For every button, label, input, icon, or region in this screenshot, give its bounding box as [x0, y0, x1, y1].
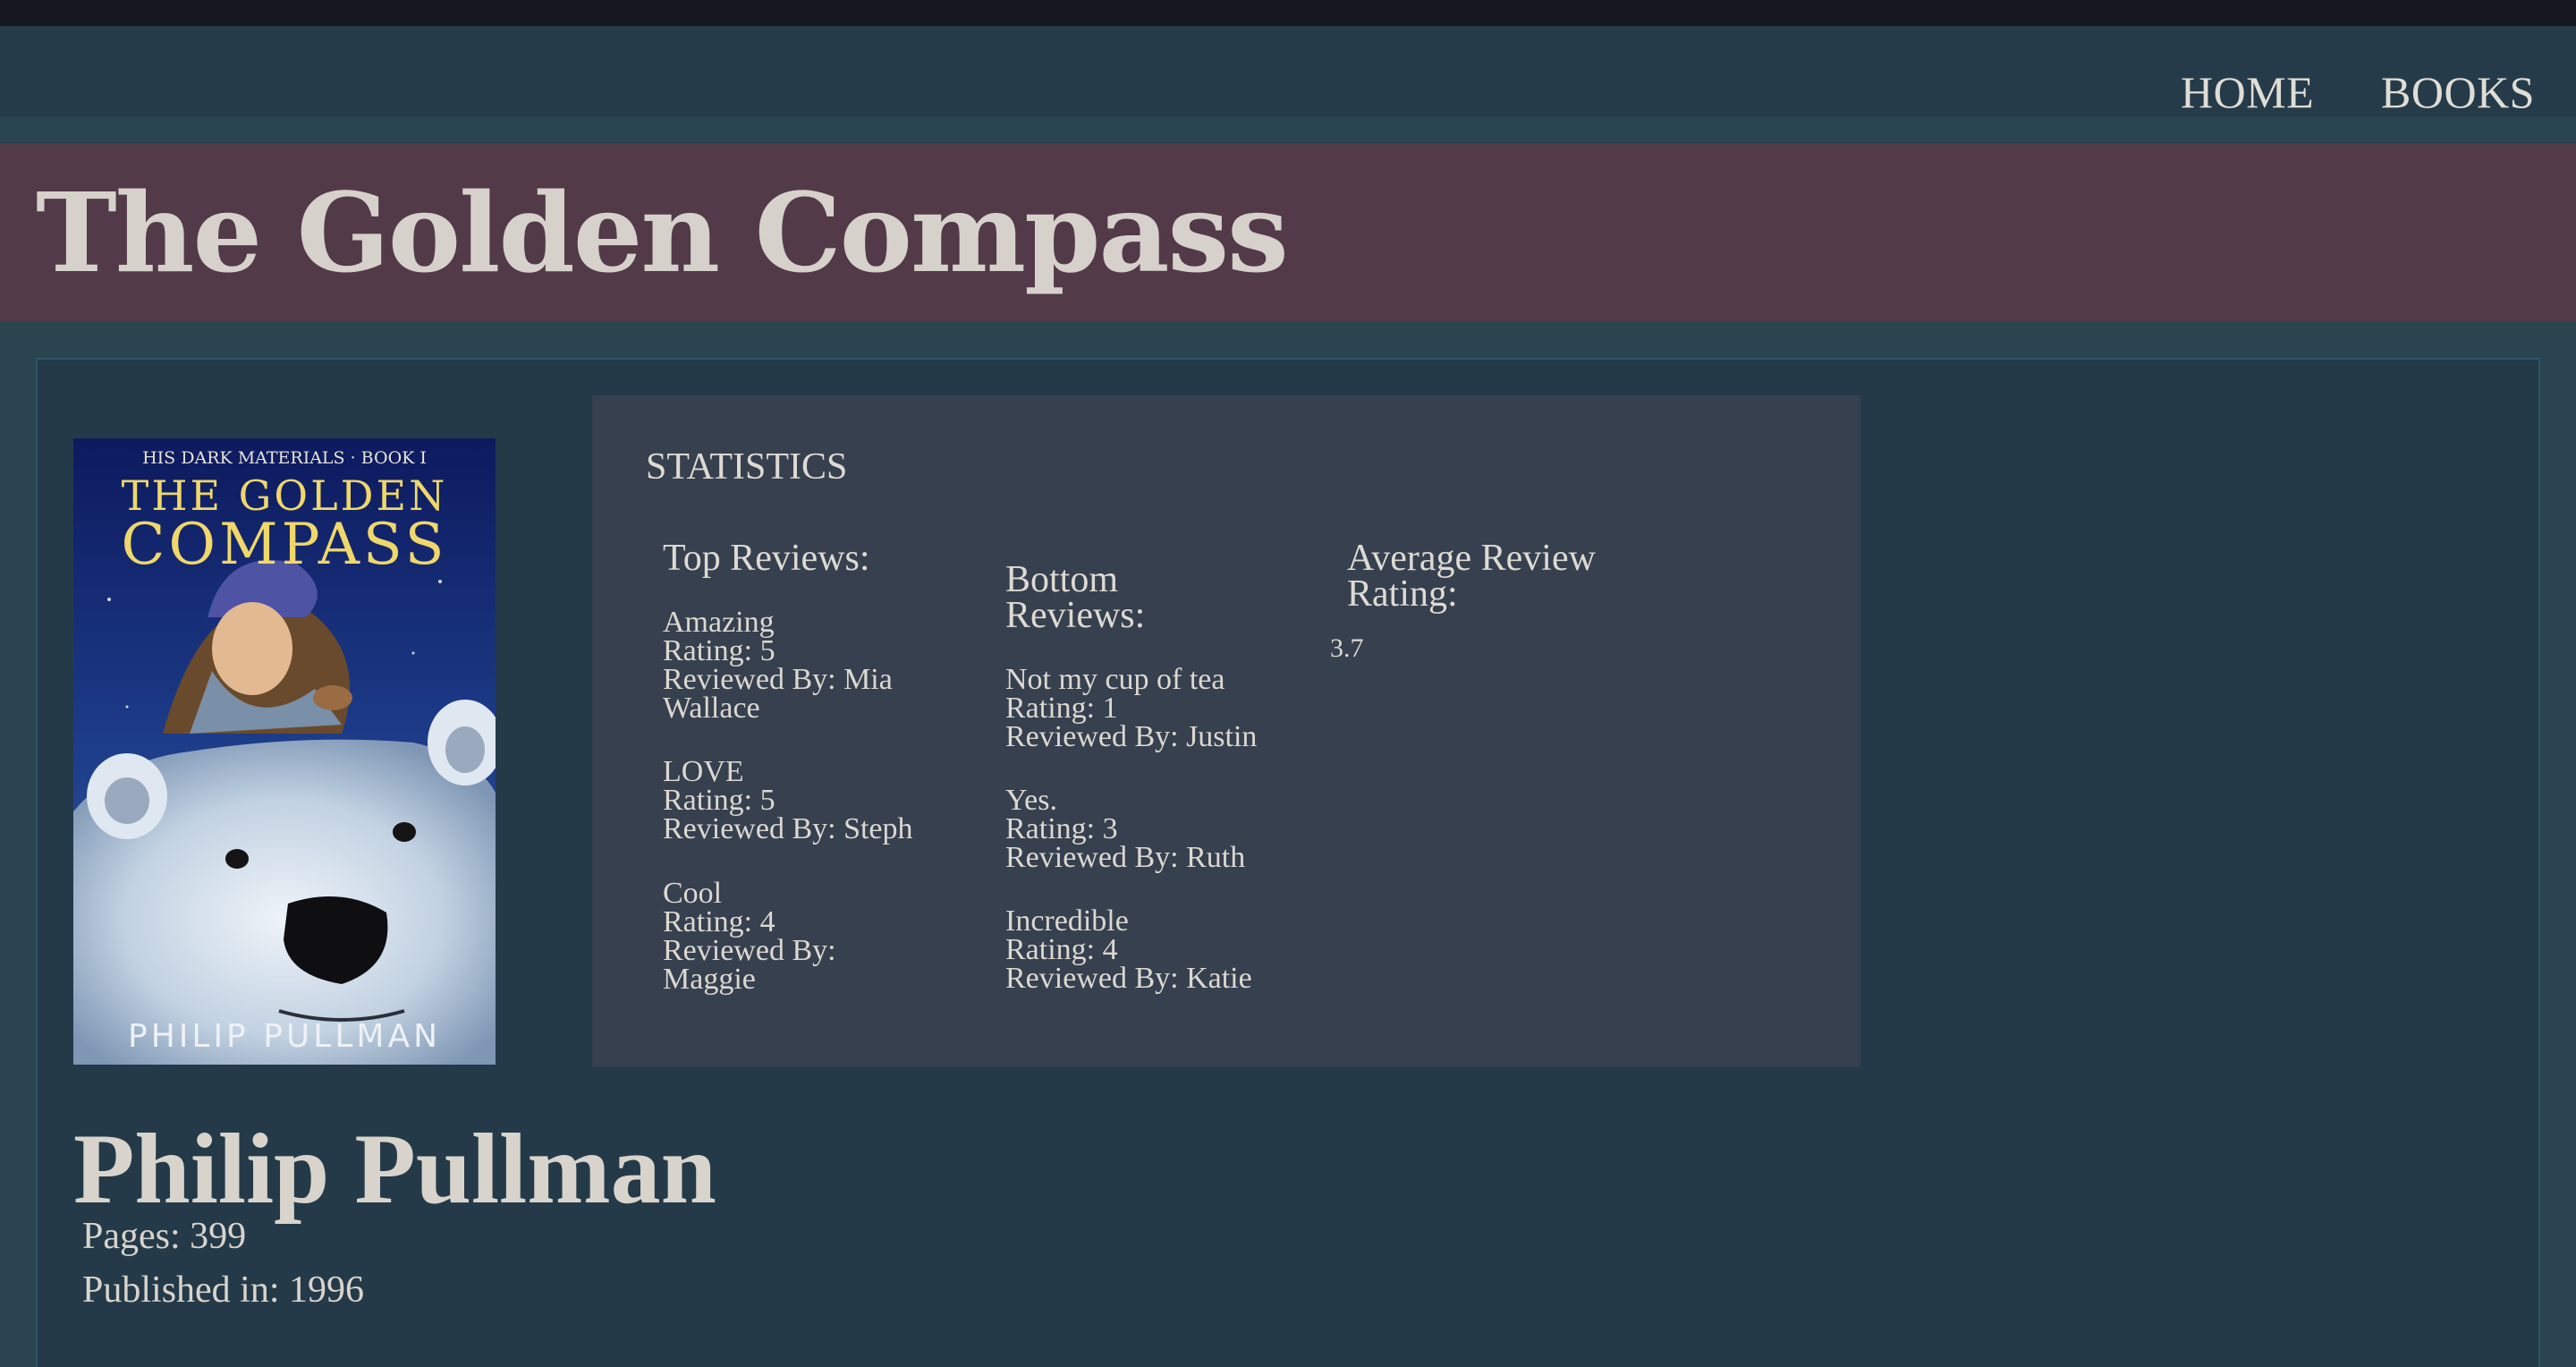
page-title: The Golden Compass: [36, 168, 1289, 297]
average-rating-heading-line-2: Rating:: [1347, 573, 1458, 615]
bottom-reviews-heading: Bottom Reviews:: [1005, 559, 1146, 636]
bottom-reviews-heading-line-1: Bottom: [1005, 559, 1119, 600]
author-name: Philip Pullman: [73, 1114, 716, 1225]
book-cover-image: HIS DARK MATERIALS · BOOK I THE GOLDEN C…: [73, 438, 496, 1065]
bottom-review-item: Yes. Rating: 3 Reviewed By: Ruth: [1005, 784, 1246, 874]
top-reviews-heading: Top Reviews:: [663, 538, 870, 579]
bottom-reviews-heading-line-2: Reviews:: [1005, 595, 1146, 636]
review-title: LOVE: [663, 755, 744, 788]
review-rating: Rating: 5: [663, 634, 775, 667]
top-review-item: Amazing Rating: 5 Reviewed By: Mia Walla…: [663, 606, 893, 725]
review-title: Amazing: [663, 606, 775, 639]
nav-home-link[interactable]: HOME: [2181, 66, 2314, 118]
average-rating-heading-line-1: Average Review: [1347, 538, 1596, 579]
bottom-review-item: Incredible Rating: 4 Reviewed By: Katie: [1005, 904, 1252, 995]
cover-author-text: PHILIP PULLMAN: [128, 1018, 441, 1055]
review-author: Reviewed By: Katie: [1005, 962, 1252, 995]
review-author: Reviewed By: Steph: [663, 812, 913, 845]
average-rating-heading: Average Review Rating:: [1347, 538, 1596, 615]
top-review-item: LOVE Rating: 5 Reviewed By: Steph: [663, 755, 913, 845]
pages-count: Pages: 399: [82, 1216, 247, 1257]
cover-series-text: HIS DARK MATERIALS · BOOK I: [142, 448, 427, 468]
review-rating: Rating: 4: [1005, 933, 1118, 966]
published-year: Published in: 1996: [82, 1269, 365, 1311]
review-author-cont: Wallace: [663, 692, 760, 725]
review-author: Reviewed By: Mia: [663, 663, 893, 696]
review-title: Not my cup of tea: [1005, 663, 1225, 696]
review-author-cont: Maggie: [663, 963, 756, 996]
average-rating-value: 3.7: [1330, 633, 1364, 663]
top-review-item: Cool Rating: 4 Reviewed By: Maggie: [663, 877, 836, 996]
cover-title-line-2: COMPASS: [122, 512, 448, 578]
review-title: Cool: [663, 877, 723, 910]
review-author: Reviewed By: Justin: [1005, 720, 1258, 753]
navbar: HOME BOOKS: [0, 26, 2576, 118]
review-rating: Rating: 3: [1005, 812, 1118, 845]
review-rating: Rating: 4: [663, 905, 775, 938]
review-author: Reviewed By:: [663, 934, 836, 967]
bottom-review-item: Not my cup of tea Rating: 1 Reviewed By:…: [1005, 663, 1258, 753]
review-author: Reviewed By: Ruth: [1005, 841, 1246, 874]
window-top-strip: [0, 0, 2576, 26]
review-title: Yes.: [1005, 784, 1057, 817]
statistics-heading: STATISTICS: [646, 446, 848, 488]
review-title: Incredible: [1005, 904, 1129, 938]
review-rating: Rating: 1: [1005, 692, 1118, 725]
review-rating: Rating: 5: [663, 784, 775, 817]
nav-books-link[interactable]: BOOKS: [2381, 66, 2535, 118]
